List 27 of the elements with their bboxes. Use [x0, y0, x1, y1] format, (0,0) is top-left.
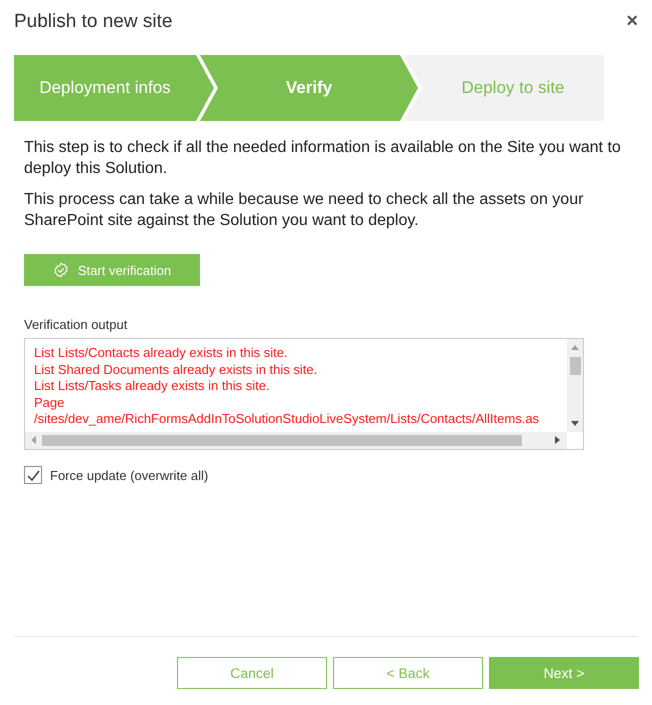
step-tab[interactable]: Deploy to site — [404, 55, 604, 121]
scroll-up-icon[interactable] — [571, 345, 579, 350]
scroll-down-icon[interactable] — [571, 421, 579, 426]
instruction-text: This step is to check if all the needed information is available on the Site you want to deploy this Solution. — [24, 138, 622, 179]
dialog-title: Publish to new site — [14, 10, 172, 32]
vertical-scrollbar[interactable] — [567, 339, 583, 432]
instruction-text: This process can take a while because we need to check all the assets on your SharePoint site against the Solution you want to deploy. — [24, 190, 584, 231]
output-line: Page — [34, 394, 64, 411]
output-line: List Lists/Tasks already exists in this site. — [34, 378, 270, 394]
footer-button[interactable]: < Back — [333, 657, 483, 689]
scroll-right-icon[interactable] — [555, 436, 560, 444]
output-line: List Lists/Contacts already exists in this site. — [34, 345, 288, 362]
checkbox-label: Force update (overwrite all) — [50, 468, 208, 482]
check-badge-icon — [52, 262, 69, 278]
output-textarea[interactable] — [24, 338, 584, 450]
output-line: List Shared Documents already exists in this site. — [34, 362, 318, 378]
checkbox[interactable] — [24, 466, 42, 484]
horizontal-scrollbar[interactable] — [25, 432, 567, 449]
start-verification-button[interactable]: Start verification — [24, 254, 200, 286]
step-tab[interactable]: Verify — [200, 55, 418, 121]
footer-button[interactable]: Cancel — [177, 657, 327, 689]
next-button[interactable]: Next > — [489, 657, 639, 689]
field-label: Verification output — [24, 317, 128, 332]
step-tab[interactable]: Deployment infos — [14, 55, 214, 121]
scroll-left-icon[interactable] — [31, 436, 36, 444]
close-button[interactable]: × — [626, 10, 638, 33]
output-line: /sites/dev_ame/RichFormsAddInToSolutionStudioLiveSystem/Lists/Contacts/AllItems.as — [34, 411, 540, 428]
